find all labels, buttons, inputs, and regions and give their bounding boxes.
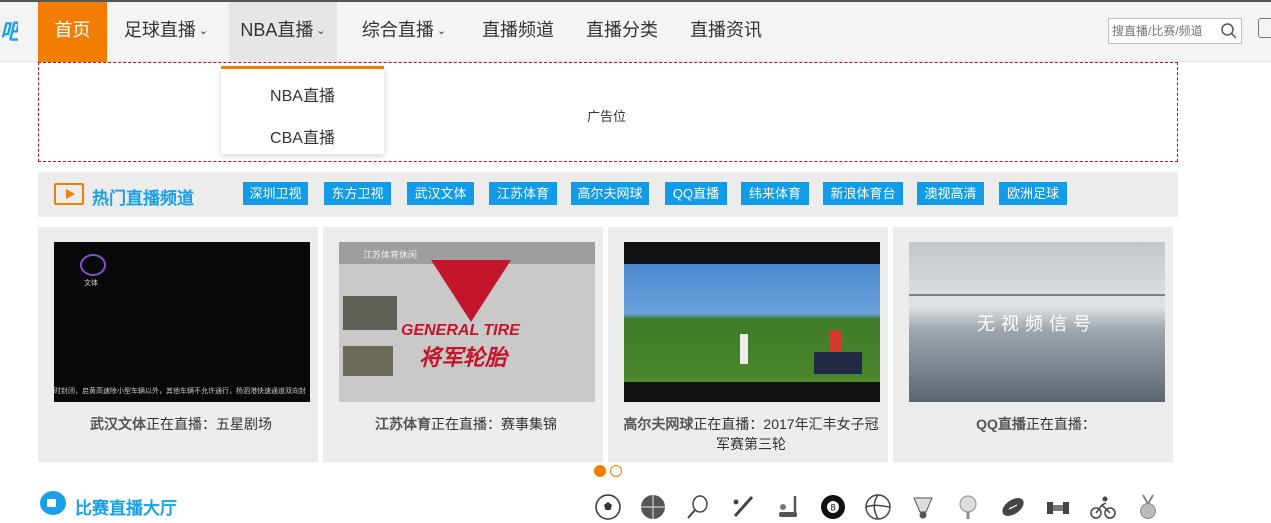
channel-logo-text: 江苏体育休闲 [363,250,418,260]
nav-label: 综合直播 [361,20,434,40]
live-thumbnail[interactable] [624,242,880,402]
baseball-icon[interactable] [730,494,756,520]
nav-label: 直播分类 [586,20,658,40]
caption-channel: 高尔夫网球 [623,416,694,432]
search-icon[interactable] [1220,22,1238,40]
search-box [1108,18,1242,44]
channel-logo-text: 文体 [84,280,98,287]
nav-live-news[interactable]: 直播资讯 [682,2,770,62]
nav-label: 首页 [54,20,91,40]
caption-program: 五星剧场 [216,416,272,432]
brand-text: GENERAL TIRE [401,322,520,339]
basketball-icon[interactable] [640,494,666,520]
ad-label: 广告位 [587,109,627,124]
thumb-scoreboard [814,352,862,374]
chevron-down-icon: ⌄ [198,25,209,37]
thumb-photo [343,346,393,376]
site-logo[interactable]: 吧 [0,20,18,44]
tennis-icon[interactable] [685,494,711,520]
nav-label: NBA直播 [240,20,314,40]
page: 吧 首页 足球直播⌄ NBA直播⌄ 综合直播⌄ 直播频道 直播分类 直播资讯 [0,0,1271,523]
live-thumbnail[interactable]: 无视频信号 [909,242,1165,402]
play-icon [54,183,84,205]
volleyball-icon[interactable] [865,494,891,520]
news-ticker: 时封闭，启黄高速除小型车辆以外，其他车辆不允许通行，杨泗港快速通道双向封 [54,388,306,395]
search-input[interactable] [1109,19,1217,43]
channel-tag[interactable]: QQ直播 [665,182,727,205]
svg-text:8: 8 [830,504,836,514]
channel-tag[interactable]: 高尔夫网球 [571,182,649,205]
caption-program: 赛事集锦 [501,416,557,432]
nav-live-categories[interactable]: 直播分类 [578,2,666,62]
billiards-icon[interactable]: 8 [820,494,846,520]
match-hall-title: 比赛直播大厅 [75,499,177,518]
hockey-icon[interactable] [775,494,801,520]
chat-camera-icon [40,491,66,515]
nav-home[interactable]: 首页 [38,2,107,62]
caption-status: 正在直播： [146,416,216,432]
caption-channel: 武汉文体 [90,416,146,432]
dropdown-item-nba[interactable]: NBA直播 [221,82,384,106]
nav-label: 直播资讯 [690,20,762,40]
football-icon[interactable] [1000,494,1026,520]
carousel-dot[interactable] [594,465,606,477]
nav-nba[interactable]: NBA直播 ⌄ [229,2,337,62]
live-caption: QQ直播正在直播： [905,414,1167,434]
thumb-photo [343,296,397,330]
live-card[interactable]: 高尔夫网球正在直播：2017年汇丰女子冠军赛第三轮 [608,227,888,462]
live-card[interactable]: 文体 时封闭，启黄高速除小型车辆以外，其他车辆不允许通行，杨泗港快速通道双向封 … [38,227,318,462]
no-signal-text: 无视频信号 [977,314,1097,334]
channel-tag[interactable]: 东方卫视 [324,182,391,205]
badminton-icon[interactable] [910,494,936,520]
live-caption: 江苏体育正在直播：赛事集锦 [335,414,597,434]
channel-logo-icon [80,254,106,276]
caption-channel: QQ直播 [976,416,1026,432]
channel-tag[interactable]: 深圳卫视 [243,182,308,205]
nav-label: 足球直播 [123,20,196,40]
chevron-down-icon: ⌄ [436,25,447,37]
brand-text-cn: 将军轮胎 [419,345,508,370]
thumb-horizon [909,294,1165,296]
channel-tag[interactable]: 武汉文体 [407,182,474,205]
hot-channels-title: 热门直播频道 [92,189,194,208]
live-caption: 武汉文体正在直播：五星剧场 [50,414,312,434]
nav-label: 直播频道 [482,20,554,40]
live-thumbnail[interactable]: 文体 时封闭，启黄高速除小型车辆以外，其他车辆不允许通行，杨泗港快速通道双向封 [54,242,310,402]
channel-tag[interactable]: 欧洲足球 [999,182,1067,205]
thumb-letterbox [624,382,880,402]
channel-tag[interactable]: 澳视高清 [917,182,984,205]
brand-logo-icon [431,260,511,322]
racing-icon[interactable] [1045,494,1071,520]
hot-channels-bar: 热门直播频道 深圳卫视 东方卫视 武汉文体 江苏体育 高尔夫网球 QQ直播 纬来… [38,172,1178,217]
live-thumbnail[interactable]: 江苏体育休闲 GENERAL TIRE 将军轮胎 [339,242,595,402]
nav-football[interactable]: 足球直播 ⌄ [116,2,216,62]
app-icon[interactable] [1258,18,1271,38]
live-caption: 高尔夫网球正在直播：2017年汇丰女子冠军赛第三轮 [620,414,882,454]
medal-icon[interactable] [1135,494,1161,520]
nav-multi-sport[interactable]: 综合直播 ⌄ [352,2,456,62]
caption-status: 正在直播： [693,416,764,432]
golf-icon[interactable] [955,494,981,520]
ad-banner[interactable]: 广告位 [38,62,1178,162]
live-card[interactable]: 无视频信号 QQ直播正在直播： [893,227,1173,462]
chevron-down-icon: ⌄ [316,25,326,37]
cycling-icon[interactable] [1090,494,1116,520]
channel-tag[interactable]: 纬来体育 [741,182,809,205]
channel-tag[interactable]: 新浪体育台 [823,182,903,205]
thumb-figure [740,334,748,364]
dropdown-item-cba[interactable]: CBA直播 [221,124,384,148]
live-card[interactable]: 江苏体育休闲 GENERAL TIRE 将军轮胎 江苏体育正在直播：赛事集锦 [323,227,603,462]
caption-status: 正在直播： [1025,416,1096,432]
nav-live-channels[interactable]: 直播频道 [474,2,562,62]
main-navbar: 吧 首页 足球直播⌄ NBA直播⌄ 综合直播⌄ 直播频道 直播分类 直播资讯 [0,2,1271,62]
thumb-letterbox [624,242,880,264]
caption-channel: 江苏体育 [375,416,431,432]
channel-tag[interactable]: 江苏体育 [489,182,557,205]
soccer-icon[interactable] [595,494,621,520]
nba-dropdown-menu: NBA直播 CBA直播 [221,66,384,154]
caption-status: 正在直播： [431,416,501,432]
carousel-dot[interactable] [610,465,622,477]
